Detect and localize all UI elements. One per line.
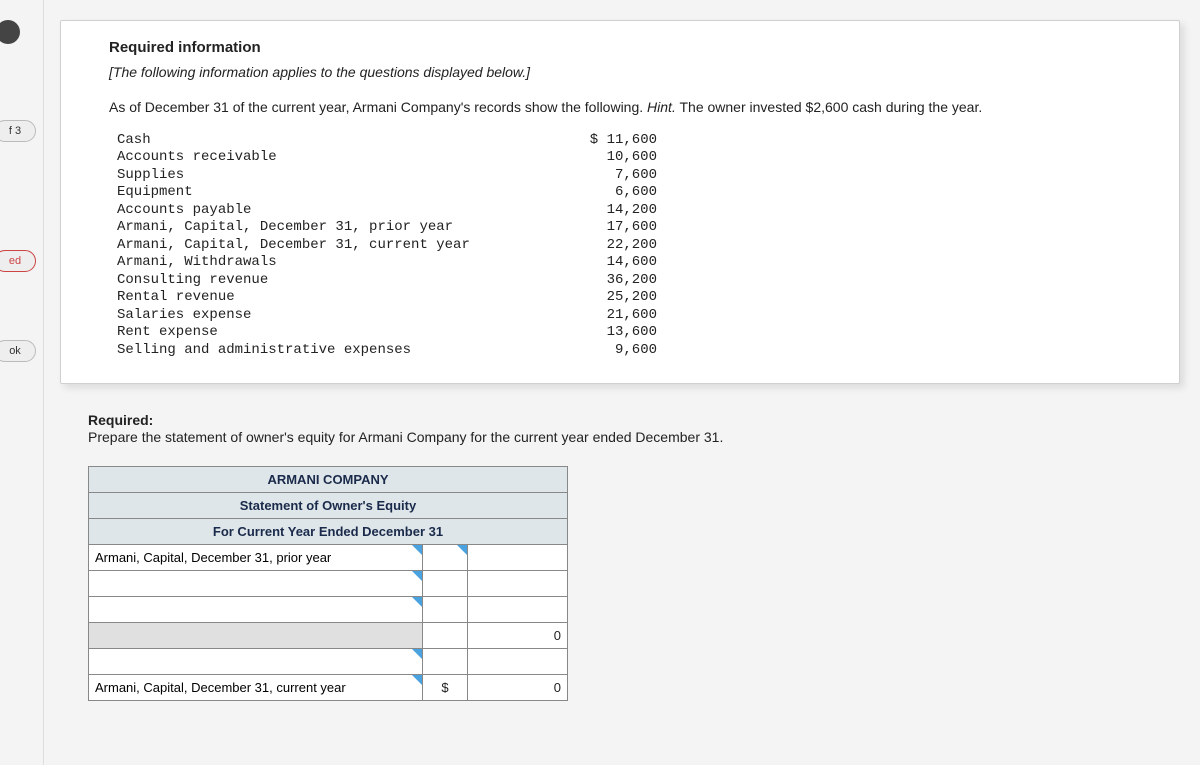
row2-amount-cell[interactable]	[467, 570, 567, 596]
records-list: Cash$ 11,600 Accounts receivable10,600 S…	[117, 132, 1143, 360]
nav-chip-ebook[interactable]: ok	[0, 340, 36, 362]
info-paragraph: As of December 31 of the current year, A…	[109, 98, 1143, 118]
record-label: Selling and administrative expenses	[117, 342, 537, 360]
hint-label: Hint.	[647, 99, 676, 115]
record-value: 6,600	[537, 184, 657, 202]
nav-chip-skipped: ed	[0, 250, 36, 272]
row1-label-cell[interactable]	[89, 544, 423, 570]
statement-header-title: Statement of Owner's Equity	[89, 492, 568, 518]
paragraph-prefix: As of December 31 of the current year, A…	[109, 99, 647, 115]
subtotal-currency-cell	[423, 622, 468, 648]
left-nav: f 3 ed ok	[0, 0, 44, 765]
record-label: Cash	[117, 132, 537, 150]
final-label-input[interactable]	[95, 680, 416, 695]
final-amount-cell: 0	[467, 674, 567, 700]
row2-currency-cell[interactable]	[423, 570, 468, 596]
row5-currency-cell[interactable]	[423, 648, 468, 674]
record-value: 22,200	[537, 237, 657, 255]
record-label: Rental revenue	[117, 289, 537, 307]
record-label: Salaries expense	[117, 307, 537, 325]
row1-currency-cell[interactable]	[423, 544, 468, 570]
record-value: 36,200	[537, 272, 657, 290]
row5-amount-cell[interactable]	[467, 648, 567, 674]
required-info-title: Required information	[109, 39, 1143, 56]
row5-amount-input[interactable]	[474, 654, 561, 669]
record-label: Armani, Capital, December 31, prior year	[117, 219, 537, 237]
row3-label-cell[interactable]	[89, 596, 423, 622]
row1-amount-input[interactable]	[474, 550, 561, 565]
record-value: 25,200	[537, 289, 657, 307]
nav-chip-progress: f 3	[0, 120, 36, 142]
info-card: Required information [The following info…	[60, 20, 1180, 384]
record-value: 17,600	[537, 219, 657, 237]
required-text: Prepare the statement of owner's equity …	[88, 429, 723, 445]
row3-amount-input[interactable]	[474, 602, 561, 617]
row2-label-cell[interactable]	[89, 570, 423, 596]
row3-amount-cell[interactable]	[467, 596, 567, 622]
record-label: Supplies	[117, 167, 537, 185]
record-value: 21,600	[537, 307, 657, 325]
record-value: 9,600	[537, 342, 657, 360]
statement-header-period: For Current Year Ended December 31	[89, 518, 568, 544]
statement-header-company: ARMANI COMPANY	[89, 466, 568, 492]
row2-amount-input[interactable]	[474, 576, 561, 591]
record-label: Armani, Withdrawals	[117, 254, 537, 272]
record-label: Armani, Capital, December 31, current ye…	[117, 237, 537, 255]
record-label: Rent expense	[117, 324, 537, 342]
record-label: Accounts receivable	[117, 149, 537, 167]
final-currency-cell: $	[423, 674, 468, 700]
info-note: [The following information applies to th…	[109, 64, 1143, 80]
statement-table: ARMANI COMPANY Statement of Owner's Equi…	[88, 466, 568, 701]
row1-label-input[interactable]	[95, 550, 416, 565]
required-heading: Required:	[88, 412, 153, 428]
required-block: Required: Prepare the statement of owner…	[88, 412, 1180, 448]
row3-label-input[interactable]	[95, 602, 416, 617]
record-label: Equipment	[117, 184, 537, 202]
row5-label-cell[interactable]	[89, 648, 423, 674]
record-value: 7,600	[537, 167, 657, 185]
paragraph-suffix: The owner invested $2,600 cash during th…	[679, 99, 982, 115]
row5-label-input[interactable]	[95, 654, 416, 669]
record-label: Consulting revenue	[117, 272, 537, 290]
record-value: 10,600	[537, 149, 657, 167]
row1-amount-cell[interactable]	[467, 544, 567, 570]
row3-currency-cell[interactable]	[423, 596, 468, 622]
record-value: $ 11,600	[537, 132, 657, 150]
subtotal-label-cell	[89, 622, 423, 648]
nav-step-icon	[0, 20, 20, 44]
record-label: Accounts payable	[117, 202, 537, 220]
main-content: Required information [The following info…	[60, 20, 1180, 765]
record-value: 14,200	[537, 202, 657, 220]
subtotal-amount-cell: 0	[467, 622, 567, 648]
final-label-cell[interactable]	[89, 674, 423, 700]
record-value: 13,600	[537, 324, 657, 342]
record-value: 14,600	[537, 254, 657, 272]
row2-label-input[interactable]	[95, 576, 416, 591]
